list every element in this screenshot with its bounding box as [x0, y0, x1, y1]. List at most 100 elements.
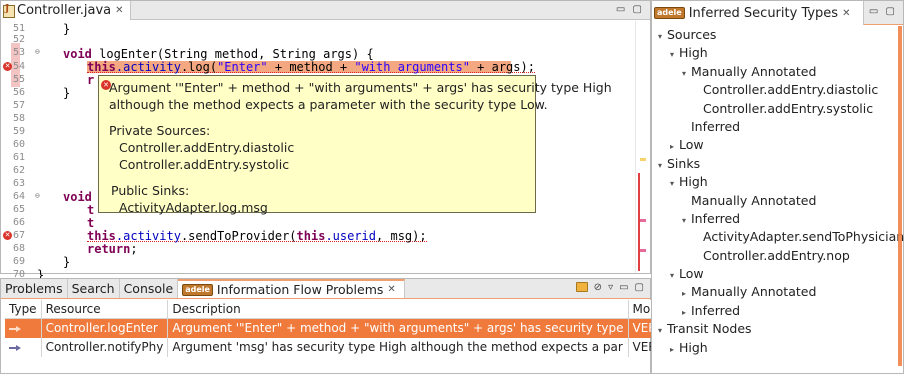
- view-menu-icon[interactable]: ▿: [608, 282, 613, 293]
- editor-scrollbar[interactable]: [635, 21, 636, 273]
- tab-search[interactable]: Search: [68, 279, 120, 298]
- code-editor[interactable]: Controller.java ✕ ▭ ▢ 51 52 53 54 55 56 …: [0, 0, 651, 281]
- tree-item[interactable]: ▾ Low: [652, 265, 897, 283]
- tree-item[interactable]: ActivityAdapter.sendToPhysician.msg: [652, 228, 904, 246]
- tree-item[interactable]: ▸ Inferred: [652, 302, 897, 320]
- tab-information-flow-problems[interactable]: adele Information Flow Problems ✕: [178, 279, 405, 298]
- tree-item[interactable]: ▾ Sinks: [652, 155, 897, 173]
- open-folder-icon[interactable]: [575, 282, 588, 292]
- window-controls[interactable]: ▭ ▢: [869, 6, 897, 17]
- fold-toggle-icon[interactable]: ⊖: [35, 47, 40, 56]
- column-header-description[interactable]: Description: [167, 300, 629, 319]
- code-line: }: [63, 86, 71, 100]
- code-line: void: [63, 190, 92, 204]
- error-marker[interactable]: [640, 249, 646, 252]
- tree-item[interactable]: ▾ High: [652, 44, 897, 62]
- tab-problems[interactable]: Problems: [1, 279, 68, 298]
- close-icon[interactable]: ✕: [387, 284, 395, 295]
- editor-tab-controller-java[interactable]: Controller.java ✕: [1, 1, 131, 20]
- code-line: }: [63, 255, 71, 269]
- tree-item-label: Transit Nodes: [667, 321, 752, 337]
- tab-label: Information Flow Problems: [216, 282, 384, 297]
- tree-item-label: Low: [679, 137, 704, 153]
- line-number: 65: [13, 204, 26, 215]
- flow-type-cell: [5, 318, 42, 338]
- column-header-type[interactable]: Type: [5, 300, 42, 319]
- tree-item-label: High: [679, 174, 708, 190]
- maximize-icon[interactable]: ▢: [635, 282, 644, 293]
- tab-inferred-security-types[interactable]: adele Inferred Security Types ✕: [652, 1, 864, 25]
- security-types-tree[interactable]: ▾ Sources ▾ High ▾ Manually Annotated Controll…: [652, 26, 904, 357]
- line-number: 64: [13, 191, 26, 202]
- adele-icon: adele: [182, 283, 213, 296]
- tree-item[interactable]: Controller.addEntry.nop: [652, 247, 897, 265]
- line-number: 57: [13, 100, 26, 111]
- error-icon: ✕: [101, 80, 111, 90]
- tree-item-label: Low: [679, 266, 704, 282]
- table-row[interactable]: Controller.notifyPhy Argument 'msg' has …: [5, 337, 692, 357]
- tree-scrollbar[interactable]: [898, 26, 902, 366]
- tree-item[interactable]: ▸ Low: [652, 136, 897, 154]
- tree-item-label: Inferred: [691, 118, 741, 134]
- close-icon[interactable]: ✕: [115, 5, 123, 16]
- flow-type-cell: [5, 337, 42, 357]
- line-number-gutter: 51 52 53 54 55 56 57 58 59 60 61 62 63 6…: [1, 21, 45, 280]
- editor-tab-label: Controller.java: [17, 3, 112, 18]
- adele-icon: adele: [654, 7, 685, 19]
- tree-item[interactable]: ▸ High: [652, 339, 897, 357]
- tree-item-label: Controller.addEntry.systolic: [703, 100, 874, 116]
- refresh-icon[interactable]: ⊘: [594, 282, 602, 293]
- tree-item[interactable]: ▾ Manually Annotated: [652, 63, 897, 81]
- minimize-icon[interactable]: ▭: [619, 282, 628, 293]
- table-row[interactable]: Controller.logEnter Argument '"Enter" + …: [5, 318, 692, 338]
- warning-marker[interactable]: [640, 158, 646, 161]
- tooltip-source: Controller.addEntry.systolic: [119, 157, 290, 172]
- error-range-marker[interactable]: [638, 173, 640, 271]
- line-number: 66: [13, 217, 26, 228]
- tree-item-label: Manually Annotated: [691, 63, 817, 79]
- tooltip-private-heading: Private Sources:: [109, 123, 211, 138]
- tree-item[interactable]: ▾ Transit Nodes: [652, 320, 897, 338]
- code-line: r: [87, 73, 95, 87]
- code-line: void logEnter(String method, String args…: [63, 47, 374, 61]
- flow-arrow-icon: [9, 345, 21, 351]
- tab-console[interactable]: Console: [120, 279, 179, 298]
- overview-ruler[interactable]: [638, 21, 646, 273]
- fold-toggle-icon[interactable]: ⊖: [35, 191, 40, 200]
- line-number: 69: [13, 256, 26, 267]
- collapse-arrow-icon[interactable]: ▸: [667, 341, 677, 359]
- tree-item[interactable]: ▸ Manually Annotated: [652, 283, 897, 301]
- tooltip-message: Argument '"Enter" + method + "with argum…: [109, 80, 612, 95]
- tree-item[interactable]: Inferred: [652, 118, 897, 136]
- tooltip-source: Controller.addEntry.diastolic: [119, 140, 295, 155]
- line-number: 54: [13, 61, 26, 72]
- error-marker-icon[interactable]: ✕: [3, 231, 12, 240]
- line-number: 59: [13, 126, 26, 137]
- code-line-error[interactable]: this.activity.sendToProvider(this.userid…: [87, 230, 427, 242]
- java-file-icon: [3, 4, 15, 18]
- tree-item[interactable]: ▾ Sources: [652, 26, 897, 44]
- bottom-tabbar: Problems Search Console adele Informatio…: [1, 279, 650, 299]
- tree-item-label: Manually Annotated: [691, 192, 817, 208]
- tree-item-label: Manually Annotated: [691, 284, 817, 300]
- tree-item[interactable]: ▾ Inferred: [652, 210, 897, 228]
- code-line: }: [63, 22, 71, 36]
- error-marker[interactable]: [640, 219, 646, 222]
- tree-item[interactable]: Manually Annotated: [652, 192, 897, 210]
- column-header-resource[interactable]: Resource: [41, 300, 169, 319]
- tree-item-label: Controller.addEntry.nop: [703, 247, 850, 263]
- tree-item[interactable]: ▾ High: [652, 173, 897, 191]
- tree-item[interactable]: Controller.addEntry.systolic: [652, 100, 897, 118]
- line-number: 55: [13, 74, 26, 85]
- tree-item[interactable]: Controller.addEntry.diastolic: [652, 81, 897, 99]
- resource-cell: Controller.notifyPhy: [41, 337, 169, 357]
- flow-arrow-icon: [9, 326, 21, 333]
- table-header-row: Type Resource Description Module: [5, 300, 692, 319]
- line-number: 51: [13, 23, 26, 34]
- error-marker-icon[interactable]: ✕: [3, 62, 12, 71]
- panel-toolbar: ⊘ ▿ ▭ ▢: [575, 282, 644, 293]
- tree-item-label: Controller.addEntry.diastolic: [703, 82, 879, 98]
- close-icon[interactable]: ✕: [842, 8, 850, 19]
- window-controls[interactable]: ▭ ▢: [616, 4, 644, 15]
- code-line-error[interactable]: this.activity.log("Enter" + method + "wi…: [87, 61, 535, 73]
